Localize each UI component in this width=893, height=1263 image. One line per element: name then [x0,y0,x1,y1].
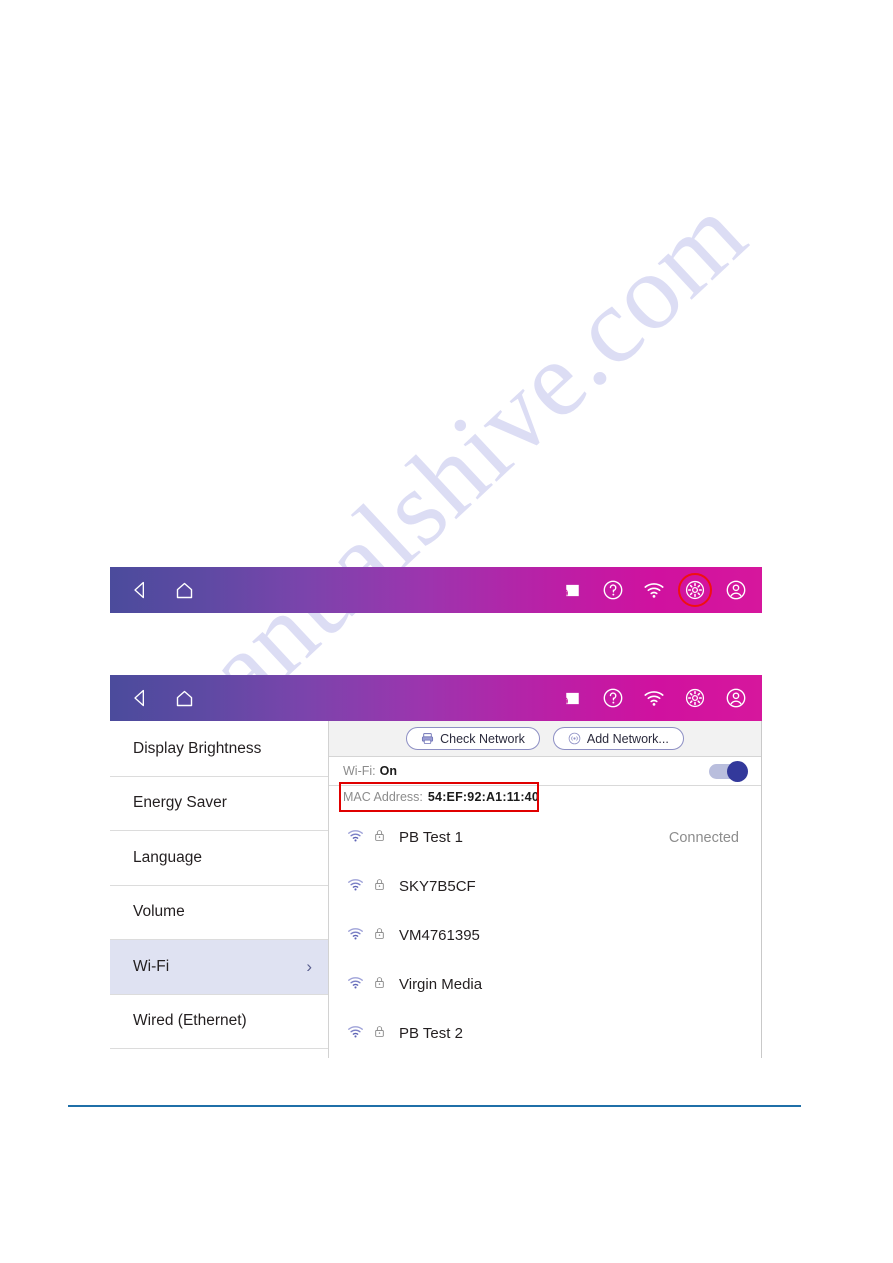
network-ssid: Virgin Media [399,976,483,993]
sidebar-item-label: Display Brightness [133,739,262,757]
network-status: Connected [668,829,739,846]
printer-icon [421,732,434,745]
home-icon[interactable] [172,578,196,602]
network-list: PB Test 1 Connected SKY7B5CF VM4761395 V… [329,809,761,1058]
wifi-action-bar: Check Network Add Network... [329,721,761,758]
lock-icon [373,829,386,846]
toolbar-right-group [560,573,748,607]
account-icon[interactable] [724,686,748,710]
account-icon[interactable] [724,578,748,602]
back-arrow-icon[interactable] [128,578,152,602]
device-toolbar-main [110,675,762,721]
settings-menu: Display Brightness Energy Saver Language… [110,721,329,1058]
cast-icon[interactable] [560,686,584,710]
lock-icon [373,1025,386,1042]
home-icon[interactable] [172,686,196,710]
network-ssid: SKY7B5CF [399,878,476,895]
wifi-status-icon[interactable] [642,578,666,602]
list-item[interactable]: VM4761395 [329,911,761,960]
page-footer-rule [68,1105,801,1107]
wifi-signal-icon [347,925,364,946]
sidebar-item-display-brightness[interactable]: Display Brightness [110,722,328,777]
network-ssid: PB Test 1 [399,829,463,846]
settings-gear-icon[interactable] [683,686,707,710]
lock-icon [373,927,386,944]
sidebar-item-wi-fi[interactable]: Wi-Fi › [110,940,328,995]
device-toolbar [110,567,762,613]
wifi-state-row: Wi-Fi: On [329,757,761,785]
sidebar-item-label: Language [133,848,202,866]
wifi-state-label: Wi-Fi: [343,764,376,778]
back-arrow-icon[interactable] [128,686,152,710]
signal-broadcast-icon [568,732,581,745]
mac-address-label: MAC Address: [343,790,423,805]
help-icon[interactable] [601,578,625,602]
wifi-state-value: On [379,764,397,778]
sidebar-item-energy-saver[interactable]: Energy Saver [110,777,328,831]
wifi-status-icon[interactable] [642,686,666,710]
wifi-signal-icon [347,1023,364,1044]
list-item[interactable]: Virgin Media [329,960,761,1009]
network-ssid: VM4761395 [399,927,480,944]
chevron-right-icon: › [306,957,312,977]
check-network-button[interactable]: Check Network [406,727,540,751]
wifi-signal-icon [347,974,364,995]
settings-gear-icon[interactable] [678,573,712,607]
wifi-signal-icon [347,827,364,848]
lock-icon [373,878,386,895]
list-item[interactable]: SKY7B5CF [329,862,761,911]
sidebar-item-label: Energy Saver [133,794,227,812]
cast-icon[interactable] [560,578,584,602]
wifi-signal-icon [347,876,364,897]
check-network-label: Check Network [440,731,525,746]
mac-address-row: MAC Address: 54:EF:92:A1:11:40 [329,781,761,812]
list-item[interactable]: PB Test 2 [329,1009,761,1058]
network-ssid: PB Test 2 [399,1025,463,1042]
add-network-label: Add Network... [586,731,669,746]
toolbar-right-group-main [560,686,748,710]
sidebar-item-language[interactable]: Language [110,831,328,886]
page-watermark: manualshive.com [0,0,893,1263]
sidebar-item-wired-ethernet[interactable]: Wired (Ethernet) [110,995,328,1049]
sidebar-item-label: Wired (Ethernet) [133,1012,247,1030]
sidebar-item-volume[interactable]: Volume [110,886,328,940]
sidebar-item-label: Wi-Fi [133,957,170,975]
mac-address-value: 54:EF:92:A1:11:40 [427,790,539,805]
add-network-button[interactable]: Add Network... [552,727,684,751]
settings-screen: Display Brightness Energy Saver Language… [110,721,762,1058]
device-settings-screenshot: Display Brightness Energy Saver Language… [110,675,762,1058]
wifi-settings-pane: Check Network Add Network... Wi-Fi: On M… [329,721,761,1058]
lock-icon [373,976,386,993]
list-item[interactable]: PB Test 1 Connected [329,813,761,862]
toolbar-left-group-main [128,686,196,710]
toolbar-left-group [128,578,196,602]
wifi-toggle-switch[interactable] [709,760,748,782]
sidebar-item-label: Volume [133,903,185,921]
device-toolbar-screenshot-top [110,567,762,613]
help-icon[interactable] [601,686,625,710]
